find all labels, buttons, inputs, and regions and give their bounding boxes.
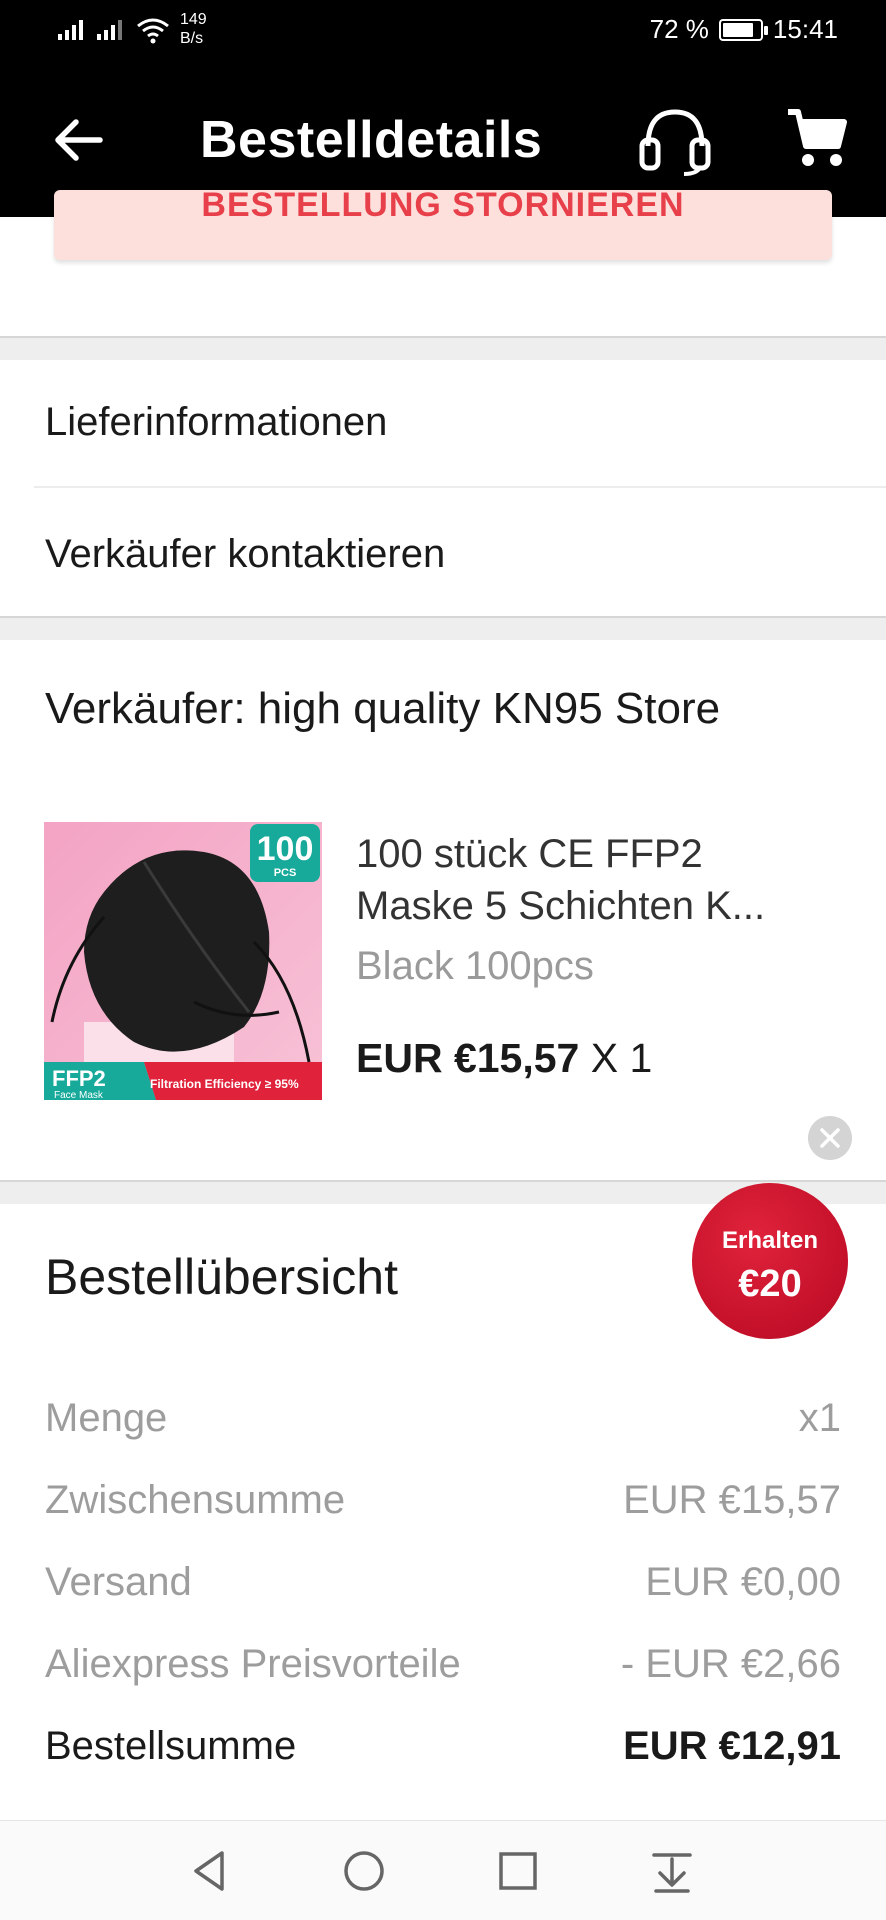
- subtotal-value: EUR €15,57: [623, 1478, 841, 1522]
- order-total-value: EUR €12,91: [623, 1724, 841, 1768]
- contact-seller-row[interactable]: Verkäufer kontaktieren: [0, 488, 886, 616]
- summary-row: Menge x1: [45, 1396, 841, 1456]
- summary-total-row: Bestellsumme EUR €12,91: [45, 1724, 841, 1784]
- net-speed-unit: B/s: [180, 30, 204, 47]
- contact-seller-label: Verkäufer kontaktieren: [45, 532, 446, 576]
- signal-icon: [58, 10, 83, 40]
- product-variant: Black 100pcs: [356, 944, 594, 988]
- battery-icon: [718, 18, 768, 41]
- back-arrow-icon[interactable]: [50, 112, 106, 168]
- signal-icon-sim2: [97, 10, 122, 40]
- cart-icon[interactable]: [786, 106, 848, 170]
- status-right: 72 % 15:41: [650, 14, 838, 45]
- summary-title: Bestellübersicht: [45, 1249, 398, 1305]
- cancel-order-button[interactable]: BESTELLUNG STORNIEREN: [54, 190, 832, 260]
- subtotal-label: Zwischensumme: [45, 1478, 346, 1522]
- summary-row: Zwischensumme EUR €15,57: [45, 1478, 841, 1538]
- coupon-label: Erhalten: [721, 1227, 819, 1254]
- clock: 15:41: [772, 14, 838, 44]
- image-tag-sub: Face Mask: [54, 1090, 104, 1100]
- summary-row: Versand EUR €0,00: [45, 1560, 841, 1620]
- product-title-line1: 100 stück CE FFP2: [356, 832, 703, 876]
- headset-icon[interactable]: [636, 106, 714, 178]
- cancel-order-label: BESTELLUNG STORNIEREN: [201, 190, 685, 224]
- delivery-info-row[interactable]: Lieferinformationen: [0, 360, 886, 488]
- wifi-icon: [137, 18, 169, 44]
- page-title: Bestelldetails: [200, 111, 543, 169]
- image-badge-count: 100: [257, 830, 314, 868]
- nav-home-icon[interactable]: [338, 1845, 390, 1897]
- section-divider: [0, 616, 886, 640]
- image-badge-unit: PCS: [274, 867, 297, 879]
- shipping-label: Versand: [45, 1560, 192, 1604]
- product-price: EUR €15,57: [356, 1035, 580, 1081]
- close-icon[interactable]: [808, 1116, 852, 1160]
- nav-recents-icon[interactable]: [492, 1845, 544, 1897]
- product-title-line2: Maske 5 Schichten K...: [356, 884, 766, 928]
- coupon-amount: €20: [738, 1263, 802, 1305]
- product-quantity: X 1: [590, 1035, 653, 1081]
- quantity-value: x1: [798, 1396, 841, 1440]
- delivery-info-label: Lieferinformationen: [45, 400, 388, 444]
- coupon-badge[interactable]: Erhalten €20: [692, 1183, 848, 1339]
- nav-notifications-icon[interactable]: [646, 1845, 698, 1897]
- product-price-line: EUR €15,57 X 1: [356, 1035, 652, 1082]
- product-title[interactable]: 100 stück CE FFP2 Maske 5 Schichten K...: [356, 828, 816, 932]
- summary-row: Aliexpress Preisvorteile - EUR €2,66: [45, 1642, 841, 1702]
- seller-name[interactable]: Verkäufer: high quality KN95 Store: [45, 684, 720, 734]
- section-divider: [0, 336, 886, 360]
- battery-percent: 72 %: [649, 14, 709, 44]
- shipping-value: EUR €0,00: [645, 1560, 841, 1604]
- discount-value: - EUR €2,66: [620, 1642, 841, 1686]
- image-filtration: Filtration Efficiency ≥ 95%: [150, 1077, 299, 1091]
- image-tag-main: FFP2: [52, 1066, 106, 1091]
- product-image[interactable]: 100 PCS FFP2 Face Mask Filtration Effici…: [44, 822, 322, 1100]
- quantity-label: Menge: [45, 1396, 168, 1440]
- net-speed: 149 B/s: [180, 10, 207, 48]
- order-total-label: Bestellsumme: [45, 1724, 297, 1768]
- status-bar: 149 B/s 72 % 15:41: [0, 0, 886, 62]
- status-left: 149 B/s: [58, 10, 207, 48]
- nav-back-icon[interactable]: [184, 1845, 236, 1897]
- discount-label: Aliexpress Preisvorteile: [45, 1642, 461, 1686]
- net-speed-value: 149: [180, 11, 207, 28]
- system-nav-bar: [0, 1820, 886, 1920]
